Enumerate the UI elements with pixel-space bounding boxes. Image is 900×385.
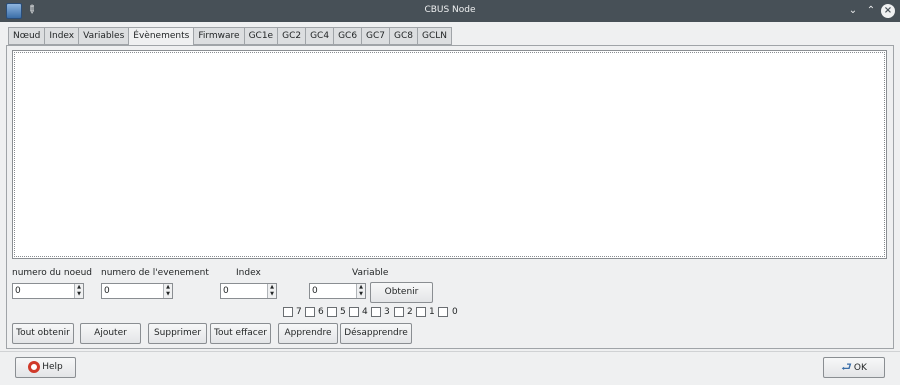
spin-arrows-icon[interactable]: ▲ ▼ (356, 284, 365, 298)
bit-7-label: 7 (296, 307, 302, 317)
variable-spinbox[interactable]: 0 ▲ ▼ (309, 283, 366, 299)
close-icon[interactable]: × (881, 4, 895, 18)
tab-gc1e[interactable]: GC1e (244, 27, 279, 45)
index-label: Index (236, 268, 261, 278)
bit-3-label: 3 (384, 307, 390, 317)
tab-firmware[interactable]: Firmware (194, 27, 245, 45)
ok-button-label: OK (853, 363, 867, 373)
bit-1-checkbox[interactable] (416, 307, 426, 317)
tab-noeud[interactable]: Nœud (8, 27, 46, 45)
variable-label: Variable (352, 268, 389, 278)
ok-button[interactable]: ⮐ OK (823, 357, 885, 378)
bit-0-label: 0 (452, 307, 458, 317)
tab-gc7[interactable]: GC7 (362, 27, 391, 45)
bit-5-label: 5 (340, 307, 346, 317)
tab-index[interactable]: Index (45, 27, 80, 45)
minimize-icon[interactable]: ⌄ (846, 4, 860, 18)
tab-gc4[interactable]: GC4 (306, 27, 335, 45)
desapprendre-button[interactable]: Désapprendre (340, 323, 412, 344)
window-title: CBUS Node (424, 5, 476, 15)
bit-7-checkbox[interactable] (283, 307, 293, 317)
bit-6-label: 6 (318, 307, 324, 317)
help-button-label: Help (42, 362, 63, 372)
tout-effacer-button[interactable]: Tout effacer (210, 323, 271, 344)
node-number-label: numero du noeud (12, 268, 93, 278)
bit-0-checkbox[interactable] (438, 307, 448, 317)
spin-arrows-icon[interactable]: ▲ ▼ (163, 284, 172, 298)
bit-1-label: 1 (429, 307, 435, 317)
tab-gcln[interactable]: GCLN (418, 27, 453, 45)
bit-4-label: 4 (362, 307, 368, 317)
tab-variables[interactable]: Variables (79, 27, 130, 45)
separator (0, 351, 900, 352)
node-number-spinbox[interactable]: 0 ▲ ▼ (12, 283, 84, 299)
spin-arrows-icon[interactable]: ▲ ▼ (267, 284, 276, 298)
maximize-icon[interactable]: ⌃ (864, 4, 878, 18)
events-list[interactable] (12, 50, 887, 259)
event-number-value: 0 (104, 286, 110, 296)
node-number-value: 0 (15, 286, 21, 296)
bit-3-checkbox[interactable] (371, 307, 381, 317)
index-value: 0 (223, 286, 229, 296)
ok-arrow-icon: ⮐ (841, 360, 852, 374)
tab-gc8[interactable]: GC8 (390, 27, 419, 45)
tab-gc6[interactable]: GC6 (334, 27, 363, 45)
tab-gc2[interactable]: GC2 (278, 27, 307, 45)
title-bar: ✎ CBUS Node ⌄ ⌃ × (0, 0, 900, 22)
help-button[interactable]: Help (15, 357, 76, 378)
event-number-spinbox[interactable]: 0 ▲ ▼ (101, 283, 173, 299)
obtenir-button[interactable]: Obtenir (370, 282, 433, 303)
apprendre-button[interactable]: Apprendre (278, 323, 338, 344)
ajouter-button[interactable]: Ajouter (80, 323, 141, 344)
index-spinbox[interactable]: 0 ▲ ▼ (220, 283, 277, 299)
variable-value: 0 (312, 286, 318, 296)
bit-5-checkbox[interactable] (327, 307, 337, 317)
spin-arrows-icon[interactable]: ▲ ▼ (74, 284, 83, 298)
bit-6-checkbox[interactable] (305, 307, 315, 317)
bit-2-checkbox[interactable] (394, 307, 404, 317)
lifebuoy-icon (28, 360, 41, 373)
supprimer-button[interactable]: Supprimer (148, 323, 207, 344)
bit-4-checkbox[interactable] (349, 307, 359, 317)
event-number-label: numero de l'evenement (101, 268, 209, 278)
bit-2-label: 2 (407, 307, 413, 317)
tab-bar: Nœud Index Variables Évènements Firmware… (8, 27, 453, 46)
tab-evenements[interactable]: Évènements (129, 27, 195, 46)
tout-obtenir-button[interactable]: Tout obtenir (12, 323, 74, 344)
